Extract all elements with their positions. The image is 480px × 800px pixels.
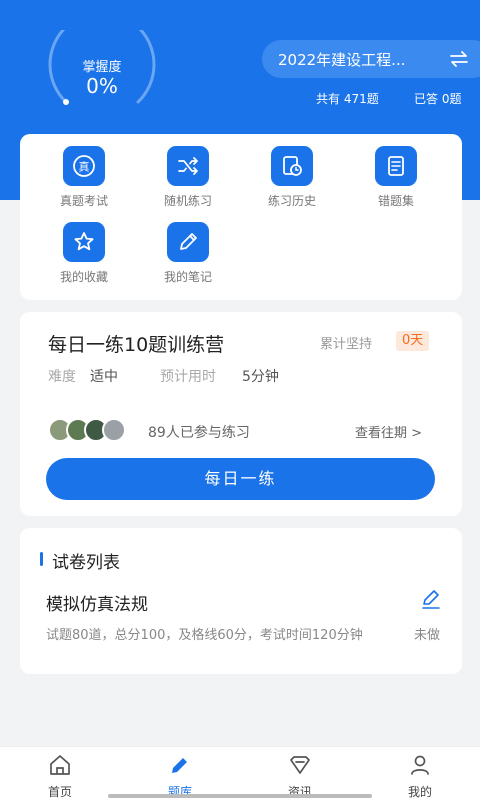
subject-selector[interactable]: 2022年建设工程... <box>262 40 480 78</box>
swap-icon[interactable] <box>448 48 470 70</box>
edit-icon[interactable] <box>420 588 442 610</box>
daily-practice-card: 每日一练10题训练营 累计坚持 0天 难度 适中 预计用时 5分钟 89人已参与… <box>20 312 462 516</box>
tab-question-bank[interactable]: 题库 <box>140 753 220 800</box>
avatar <box>102 418 126 442</box>
daily-title: 每日一练10题训练营 <box>48 334 225 356</box>
shuffle-icon <box>167 146 209 186</box>
difficulty-label: 难度 <box>48 369 76 385</box>
tab-news[interactable]: 资讯 <box>260 753 340 800</box>
history-icon <box>271 146 313 186</box>
exam-paper-icon: 真 <box>63 146 105 186</box>
home-indicator <box>108 794 372 798</box>
subject-label: 2022年建设工程... <box>278 51 406 69</box>
tool-my-notes[interactable]: 我的笔记 <box>148 222 228 285</box>
paper-description: 试题80道，总分100，及格线60分，考试时间120分钟 <box>46 628 363 643</box>
question-bank-icon <box>172 758 187 773</box>
paper-list-card: 试卷列表 模拟仿真法规 试题80道，总分100，及格线60分，考试时间120分钟… <box>20 528 462 674</box>
tool-random-practice[interactable]: 随机练习 <box>148 146 228 209</box>
persist-days-badge: 0天 <box>396 331 430 351</box>
mastery-title: 掌握度 <box>82 60 122 75</box>
tab-label: 我的 <box>407 785 432 799</box>
total-questions: 共有 471题 <box>316 92 379 106</box>
home-icon <box>50 755 70 775</box>
time-label: 预计用时 <box>160 369 216 385</box>
news-icon <box>290 756 310 774</box>
tab-label: 首页 <box>47 785 72 799</box>
pencil-icon <box>167 222 209 262</box>
participant-avatars <box>48 418 138 444</box>
star-icon <box>63 222 105 262</box>
tool-practice-history[interactable]: 练习历史 <box>252 146 332 209</box>
participants-count: 89人已参与练习 <box>148 425 250 441</box>
paper-status: 未做 <box>414 628 441 643</box>
mastery-gauge: 掌握度 0% <box>46 10 158 114</box>
wrong-questions-icon <box>375 146 417 186</box>
time-value: 5分钟 <box>242 369 279 385</box>
tool-label: 练习历史 <box>267 194 316 208</box>
section-title: 试卷列表 <box>52 553 120 573</box>
paper-title[interactable]: 模拟仿真法规 <box>46 590 148 615</box>
tool-wrong-questions[interactable]: 错题集 <box>356 146 436 209</box>
tool-label: 错题集 <box>377 194 414 208</box>
svg-text:真: 真 <box>79 160 90 174</box>
bottom-tab-bar: 首页 题库 资讯 我的 <box>0 746 480 800</box>
persist-label: 累计坚持 <box>320 337 373 352</box>
profile-icon <box>411 755 429 775</box>
tool-label: 真题考试 <box>59 194 108 208</box>
tool-real-exam[interactable]: 真 真题考试 <box>44 146 124 209</box>
tab-profile[interactable]: 我的 <box>380 753 460 800</box>
daily-practice-button[interactable]: 每日一练 <box>46 458 435 500</box>
tab-home[interactable]: 首页 <box>20 753 100 800</box>
answered-questions: 已答 0题 <box>414 92 462 106</box>
tool-label: 我的收藏 <box>59 270 108 284</box>
section-accent-bar <box>40 552 43 566</box>
tool-my-favorites[interactable]: 我的收藏 <box>44 222 124 285</box>
tool-label: 随机练习 <box>163 194 212 208</box>
mastery-value: 0% <box>86 74 118 98</box>
difficulty-value: 适中 <box>90 369 118 385</box>
view-history-link[interactable]: 查看往期 > <box>355 422 422 441</box>
tool-label: 我的笔记 <box>163 270 212 284</box>
tools-card: 真 真题考试 随机练习 练习历史 错题集 我的收藏 我的笔记 <box>20 134 462 300</box>
